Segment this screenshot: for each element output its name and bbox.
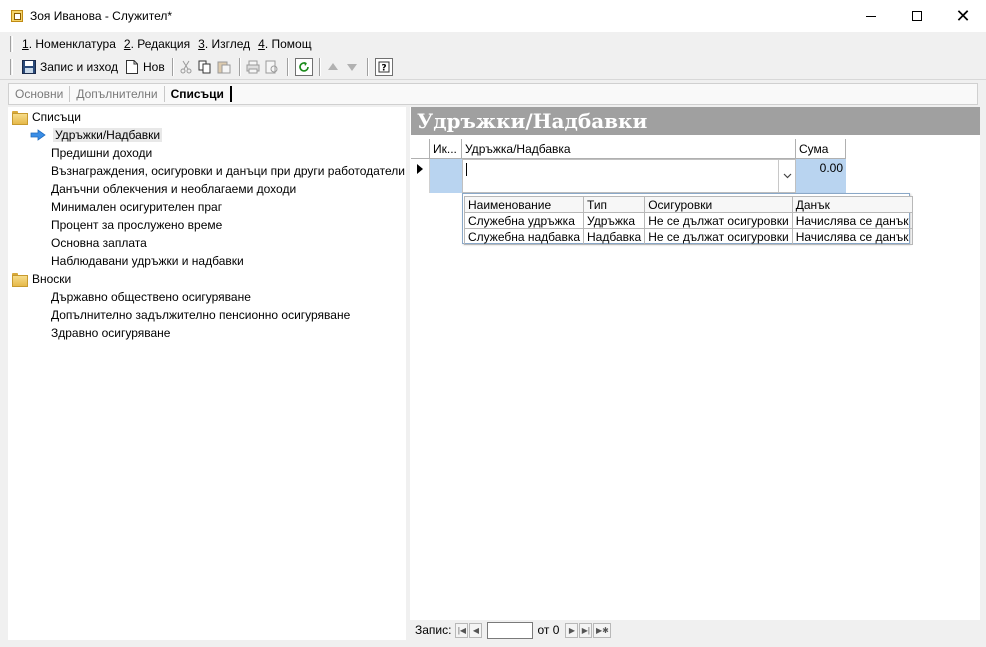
deduction-bonus-combobox[interactable] — [462, 159, 796, 193]
tree-item[interactable]: Здравно осигуряване — [51, 324, 170, 342]
tree-item[interactable]: Допълнително задължително пенсионно осиг… — [51, 306, 350, 324]
tree-item-deductions-bonuses[interactable]: Удръжки/Надбавки — [30, 126, 163, 144]
dropdown-option[interactable]: Служебна надбавка Надбавка Не се дължат … — [463, 228, 913, 245]
dropdown-button[interactable] — [778, 160, 795, 192]
grid-corner — [411, 139, 430, 159]
toolbar: Запис и изход Нов ? — [0, 55, 986, 80]
first-record-icon[interactable]: |◀ — [455, 622, 469, 638]
print-preview-icon[interactable] — [264, 59, 280, 75]
details-panel: Удръжки/Надбавки Ик... Удръжка/Надбавка … — [410, 107, 980, 640]
title-bar: Зоя Иванова - Служител* ✕ — [0, 0, 986, 32]
minimize-button[interactable] — [848, 0, 894, 32]
arrow-down-icon[interactable] — [344, 59, 360, 75]
tree-item[interactable]: Държавно обществено осигуряване — [51, 288, 251, 306]
tab-lists[interactable]: Списъци — [165, 86, 232, 102]
option-name: Служебна надбавка — [463, 228, 585, 245]
tab-basic[interactable]: Основни — [9, 86, 71, 102]
option-insurance: Не се дължат осигуровки — [644, 212, 793, 229]
toolbar-separator — [318, 58, 321, 76]
app-icon — [11, 10, 23, 22]
tree-item[interactable]: Данъчни облекчения и необлагаеми доходи — [51, 180, 296, 198]
record-count-label: от 0 — [537, 623, 560, 637]
menu-item-nomenclature[interactable]: 1. Номенклатура — [18, 37, 120, 51]
record-number-input[interactable] — [487, 621, 534, 639]
help-icon[interactable]: ? — [374, 58, 393, 76]
last-record-icon[interactable]: ▶| — [579, 622, 593, 638]
dropdown-column-insurance: Осигуровки — [644, 196, 793, 213]
close-icon: ✕ — [955, 5, 971, 27]
window-controls: ✕ — [848, 0, 986, 32]
next-record-icon[interactable]: ▶ — [565, 622, 579, 638]
new-record-icon[interactable]: ▶✱ — [593, 622, 612, 638]
close-button[interactable]: ✕ — [940, 0, 986, 32]
folder-icon — [12, 111, 28, 125]
toolbar-separator — [238, 58, 241, 76]
refresh-icon[interactable] — [294, 58, 313, 76]
column-header-code[interactable]: Ик... — [430, 139, 462, 159]
menu-grip — [10, 35, 13, 52]
menu-item-help[interactable]: 4. Помощ — [254, 37, 315, 51]
text-caret — [466, 163, 467, 176]
tree-item[interactable]: Възнаграждения, осигуровки и данъци при … — [51, 162, 405, 180]
tree-item[interactable]: Процент за прослужено време — [51, 216, 222, 234]
dropdown-column-tax: Данък — [791, 196, 913, 213]
toolbar-separator — [286, 58, 289, 76]
minimize-icon — [866, 15, 876, 17]
current-row-icon — [417, 164, 423, 174]
chevron-down-icon — [783, 173, 791, 179]
maximize-icon — [912, 11, 922, 21]
print-icon[interactable] — [245, 59, 261, 75]
paste-icon[interactable] — [216, 59, 232, 75]
toolbar-grip — [10, 59, 13, 75]
tab-strip: Основни Допълнителни Списъци — [8, 83, 978, 105]
section-title: Удръжки/Надбавки — [411, 107, 980, 135]
copy-icon[interactable] — [197, 59, 213, 75]
option-tax: Начислява се данък — [791, 212, 913, 229]
previous-record-icon[interactable]: ◀ — [469, 622, 483, 638]
record-label: Запис: — [415, 623, 452, 637]
option-insurance: Не се дължат осигуровки — [644, 228, 793, 245]
column-header-amount[interactable]: Сума — [796, 139, 846, 159]
arrow-right-icon — [30, 129, 46, 141]
dropdown-column-name: Наименование — [463, 196, 585, 213]
option-type: Надбавка — [583, 228, 646, 245]
tree-group-contributions[interactable]: Вноски — [12, 270, 71, 288]
floppy-disk-icon — [21, 59, 37, 75]
row-indicator[interactable] — [411, 159, 430, 193]
window-title: Зоя Иванова - Служител* — [30, 9, 173, 23]
new-document-icon — [124, 59, 140, 75]
folder-icon — [12, 273, 28, 287]
tree-item[interactable]: Предишни доходи — [51, 144, 152, 162]
dropdown-option[interactable]: Служебна удръжка Удръжка Не се дължат ос… — [463, 212, 913, 229]
option-type: Удръжка — [583, 212, 646, 229]
combobox-dropdown-list: Наименование Тип Осигуровки Данък Служеб… — [462, 193, 913, 245]
tree-item[interactable]: Наблюдавани удръжки и надбавки — [51, 252, 244, 270]
option-tax: Начислява се данък — [791, 228, 913, 245]
menu-bar: 1. Номенклатура 2. Редакция 3. Изглед 4.… — [0, 32, 986, 55]
option-name: Служебна удръжка — [463, 212, 585, 229]
tree-group-lists[interactable]: Списъци — [12, 108, 81, 126]
save-exit-button[interactable]: Запис и изход — [18, 57, 121, 78]
menu-item-view[interactable]: 3. Изглед — [194, 37, 254, 51]
new-button[interactable]: Нов — [121, 57, 168, 78]
menu-item-edit[interactable]: 2. Редакция — [120, 37, 194, 51]
toolbar-separator — [171, 58, 174, 76]
tree-item[interactable]: Минимален осигурителен праг — [51, 198, 222, 216]
dropdown-column-type: Тип — [583, 196, 646, 213]
navigation-tree: Списъци Удръжки/Надбавки Предишни доходи… — [8, 107, 406, 640]
cut-icon[interactable] — [178, 59, 194, 75]
toolbar-separator — [366, 58, 369, 76]
cell-amount[interactable]: 0.00 — [796, 159, 846, 193]
cell-code[interactable] — [430, 159, 462, 193]
arrow-up-icon[interactable] — [325, 59, 341, 75]
column-header-deduction-bonus[interactable]: Удръжка/Надбавка — [462, 139, 796, 159]
maximize-button[interactable] — [894, 0, 940, 32]
tab-additional[interactable]: Допълнителни — [70, 86, 165, 102]
dropdown-table: Наименование Тип Осигуровки Данък Служеб… — [463, 196, 913, 245]
record-navigator: Запис: |◀ ◀ от 0 ▶ ▶| ▶✱ — [410, 620, 980, 640]
tree-item[interactable]: Основна заплата — [51, 234, 147, 252]
svg-text:?: ? — [381, 64, 386, 74]
